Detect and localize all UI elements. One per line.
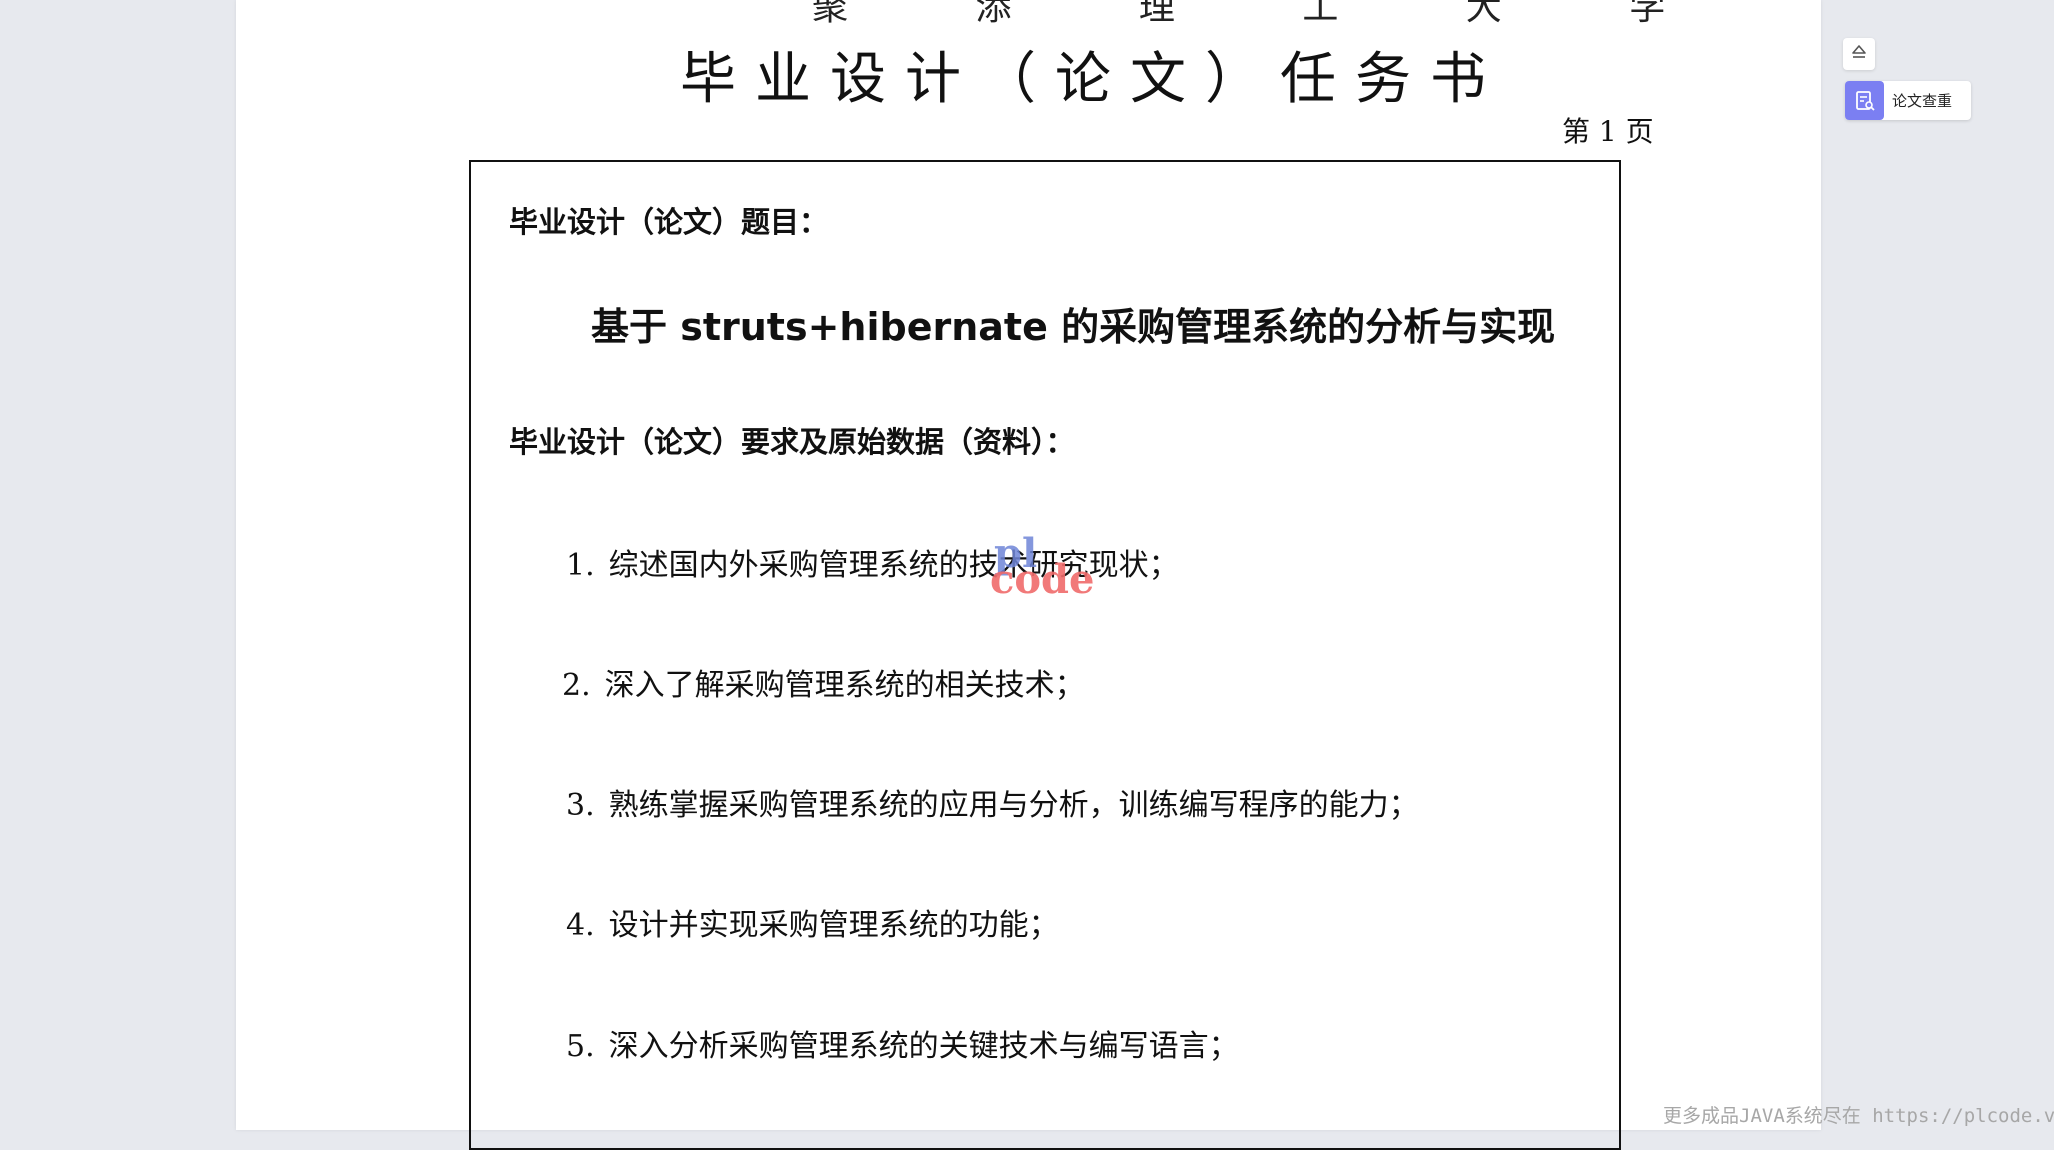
requirement-item: 4. 设计并实现采购管理系统的功能； <box>566 900 1059 944</box>
requirements-label: 毕业设计（论文）要求及原始数据（资料）： <box>509 425 1075 459</box>
requirement-text: 深入分析采购管理系统的关键技术与编写语言； <box>608 1029 1239 1064</box>
requirement-item: 5. 深入分析采购管理系统的关键技术与编写语言； <box>566 1021 1239 1065</box>
requirement-number: 1. <box>566 548 595 583</box>
requirement-number: 5. <box>566 1029 595 1064</box>
page-number: 第 1 页 <box>1562 115 1654 148</box>
eject-icon <box>1850 43 1868 65</box>
footer-watermark: 更多成品JAVA系统尽在 https://plcode.vip <box>1663 1105 2054 1127</box>
collapse-button[interactable] <box>1843 38 1875 70</box>
plagiarism-check-button[interactable]: 论文查重 <box>1845 81 1971 120</box>
requirement-item: 3. 熟练掌握采购管理系统的应用与分析，训练编写程序的能力； <box>566 780 1419 824</box>
requirement-text: 熟练掌握采购管理系统的应用与分析，训练编写程序的能力； <box>608 788 1419 823</box>
requirement-number: 3. <box>566 788 595 823</box>
requirement-text: 设计并实现采购管理系统的功能； <box>608 908 1059 943</box>
requirement-item: 2. 深入了解采购管理系统的相关技术； <box>562 660 1085 704</box>
thesis-topic: 基于 struts+hibernate 的采购管理系统的分析与实现 <box>591 305 1556 349</box>
document-check-icon <box>1845 81 1884 120</box>
plcode-watermark-logo: pl code <box>990 530 1094 606</box>
document-title: 毕业设计（论文）任务书 <box>680 47 1505 112</box>
plagiarism-check-label: 论文查重 <box>1892 92 1953 110</box>
topic-label: 毕业设计（论文）题目： <box>509 205 829 239</box>
requirement-number: 4. <box>566 908 595 943</box>
watermark-logo-bottom: code <box>990 556 1095 603</box>
requirement-number: 2. <box>562 668 591 703</box>
requirement-text: 深入了解采购管理系统的相关技术； <box>604 668 1085 703</box>
university-name-partial: 聚 添 理 工 大 学 <box>812 0 1724 28</box>
